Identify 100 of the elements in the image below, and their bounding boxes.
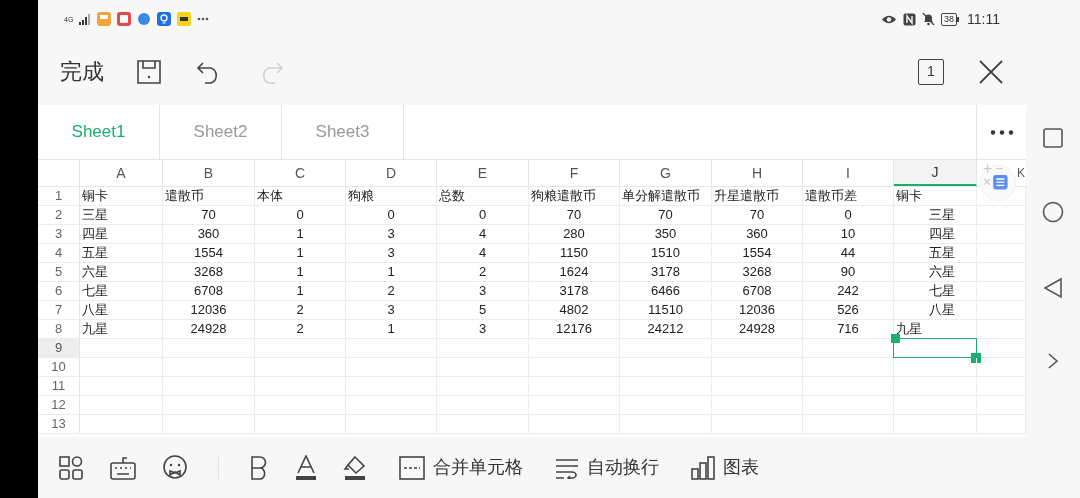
column-header[interactable]: F — [529, 160, 620, 186]
column-header[interactable]: D — [346, 160, 437, 186]
table-cell-text: 11510 — [646, 301, 685, 319]
toolbar-label[interactable]: 图表 — [723, 454, 759, 481]
table-cell-text: 1510 — [650, 244, 681, 262]
table-cell-text: 三星 — [81, 206, 109, 224]
table-cell-text: 0 — [477, 206, 488, 224]
table-cell-text: 九星 — [895, 320, 923, 338]
back-icon[interactable] — [1043, 276, 1063, 299]
more-icon[interactable] — [989, 129, 1014, 135]
row-header[interactable]: 6 — [38, 282, 80, 300]
eye-icon — [881, 13, 897, 25]
table-cell-text: 三星 — [928, 206, 956, 224]
table-cell-text: 24212 — [646, 320, 685, 338]
table-cell-text: 360 — [196, 225, 221, 243]
row-header[interactable]: 5 — [38, 263, 80, 281]
toolbar-label[interactable]: 合并单元格 — [433, 454, 523, 481]
save-icon[interactable] — [136, 58, 162, 85]
font-color-icon[interactable] — [295, 454, 317, 481]
column-header[interactable]: G — [620, 160, 712, 186]
column-header[interactable]: C — [255, 160, 346, 186]
row-header[interactable]: 8 — [38, 320, 80, 338]
table-cell-text: 本体 — [256, 187, 284, 205]
column-header[interactable]: H — [712, 160, 803, 186]
row-header[interactable]: 12 — [38, 396, 80, 414]
row-header[interactable]: 11 — [38, 377, 80, 395]
table-cell-text: 狗粮 — [347, 187, 375, 205]
table-cell-text: 1624 — [558, 263, 590, 281]
table-cell-text: 0 — [386, 206, 396, 224]
table-cell-text: 24928 — [189, 320, 228, 338]
table-cell-text: 升星遣散币 — [713, 187, 780, 205]
muted-bell-icon — [922, 12, 935, 26]
table-cell-text: 70 — [748, 206, 766, 224]
table-cell-text: 1554 — [741, 244, 773, 262]
selection-handle[interactable] — [891, 334, 900, 343]
table-cell-text: 4 — [477, 244, 488, 262]
selection-handle[interactable] — [971, 353, 981, 363]
row-header[interactable]: 10 — [38, 358, 80, 376]
home-icon[interactable] — [1042, 201, 1064, 224]
recent-apps-icon[interactable] — [1043, 128, 1063, 148]
table-cell-text: 遣散币差 — [804, 187, 858, 205]
bold-icon[interactable] — [249, 454, 269, 481]
table-cell-text: 360 — [745, 225, 769, 243]
battery-indicator: 38 — [941, 12, 960, 26]
table-cell-text: 4802 — [558, 301, 590, 319]
merge-cells-icon[interactable] — [399, 454, 425, 481]
fill-color-icon[interactable] — [343, 454, 367, 481]
table-cell-text: 铜卡 — [81, 187, 109, 205]
column-header[interactable]: E — [437, 160, 529, 186]
table-cell-text: 350 — [653, 225, 678, 243]
wrap-text-icon[interactable] — [555, 456, 579, 479]
table-cell-text: 单分解遣散币 — [621, 187, 701, 205]
table-cell-text: 遣散币 — [164, 187, 205, 205]
table-cell-text: 12036 — [737, 301, 777, 319]
table-cell-text: 3 — [386, 244, 396, 262]
face-icon[interactable] — [162, 454, 188, 481]
table-cell-text: 70 — [200, 206, 217, 224]
row-header[interactable]: 7 — [38, 301, 80, 319]
row-header[interactable]: 4 — [38, 244, 80, 262]
table-cell-text: 90 — [839, 263, 857, 281]
table-cell-text: 3178 — [558, 282, 590, 300]
grid-icon[interactable] — [58, 454, 84, 481]
sheet-count-button[interactable]: 1 — [918, 58, 944, 85]
table-cell-text: 狗粮遣散币 — [530, 187, 597, 205]
done-button[interactable]: 完成 — [60, 55, 104, 88]
toolbar-label[interactable]: 自动换行 — [587, 454, 659, 481]
table-cell-text: 0 — [295, 206, 305, 224]
table-cell-text: 总数 — [438, 187, 466, 205]
table-cell-text: 七星 — [81, 282, 109, 300]
table-cell-text: 3268 — [741, 263, 773, 281]
bar-chart-icon[interactable] — [691, 454, 715, 481]
table-cell-text: 24928 — [737, 320, 777, 338]
table-cell-text: 1 — [295, 225, 305, 243]
table-cell-text: 1 — [295, 244, 305, 262]
clock-time: 11:11 — [967, 9, 1000, 29]
row-header[interactable]: 9 — [38, 339, 80, 357]
row-header[interactable]: 2 — [38, 206, 80, 224]
lightbulb-icon — [157, 12, 172, 26]
table-cell-text: 六星 — [928, 263, 956, 281]
table-cell-text: 六星 — [81, 263, 109, 281]
table-cell-text: 12036 — [189, 301, 228, 319]
chevron-right-icon[interactable] — [1047, 352, 1059, 370]
row-header[interactable]: 1 — [38, 187, 80, 205]
table-cell-text: 5 — [477, 301, 488, 319]
row-header[interactable]: 3 — [38, 225, 80, 243]
row-header[interactable]: 13 — [38, 415, 80, 433]
table-cell-text: 2 — [295, 301, 305, 319]
table-cell-text: 242 — [836, 282, 860, 300]
column-header[interactable]: K — [1016, 160, 1026, 186]
column-header[interactable]: B — [163, 160, 255, 186]
table-cell-text: 12176 — [554, 320, 594, 338]
table-cell-text: 五星 — [928, 244, 956, 262]
close-icon[interactable] — [978, 58, 1004, 85]
keyboard-icon[interactable] — [110, 454, 136, 481]
column-header[interactable]: J — [894, 160, 977, 186]
column-header[interactable]: A — [80, 160, 163, 186]
table-cell-text: 八星 — [81, 301, 109, 319]
table-cell-text: 70 — [565, 206, 583, 224]
app-icon — [177, 12, 192, 26]
table-cell-text: 3 — [477, 282, 488, 300]
